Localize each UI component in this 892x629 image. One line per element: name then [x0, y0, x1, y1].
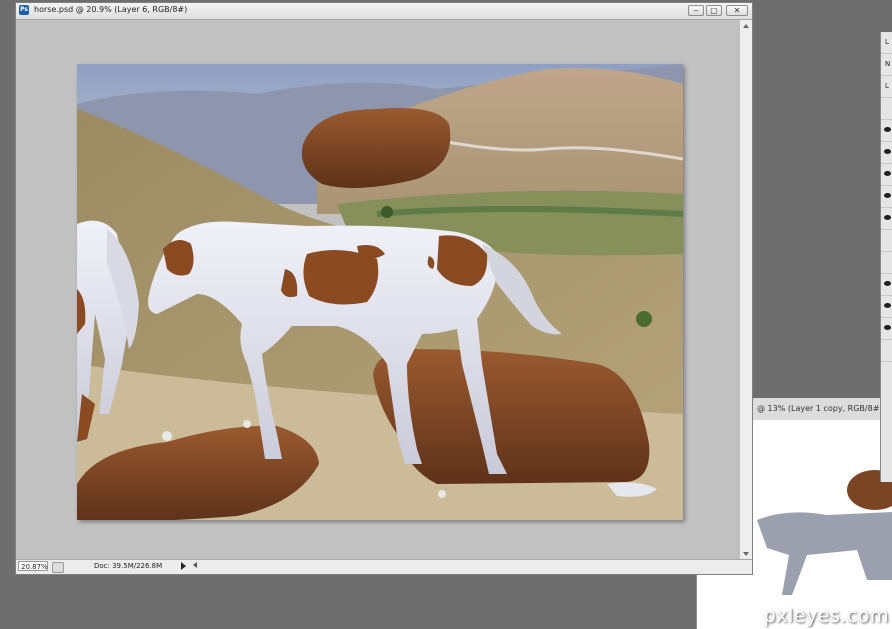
layer-row[interactable]	[881, 98, 892, 120]
minimize-button[interactable]: ‒	[688, 5, 704, 16]
restore-button[interactable]: ▢	[706, 5, 722, 16]
layer-row[interactable]	[881, 120, 892, 142]
eye-icon[interactable]	[884, 215, 891, 220]
close-button[interactable]: ✕	[726, 5, 748, 16]
document-size: Doc: 39.5M/226.8M	[94, 562, 163, 570]
layers-lock-row: L	[881, 76, 892, 98]
eye-icon[interactable]	[884, 325, 891, 330]
canvas-area[interactable]	[16, 20, 740, 560]
watermark: pxleyes.com	[763, 605, 889, 627]
stone	[438, 490, 446, 498]
layer-row[interactable]	[881, 208, 892, 230]
layers-panel[interactable]: L N L	[880, 32, 892, 482]
layer-row[interactable]	[881, 252, 892, 274]
document-image[interactable]	[77, 64, 683, 520]
window-titlebar[interactable]: Ps horse.psd @ 20.9% (Layer 6, RGB/8#) ‒…	[16, 3, 752, 20]
layer-row[interactable]	[881, 296, 892, 318]
layer-row[interactable]	[881, 274, 892, 296]
layer-row[interactable]	[881, 318, 892, 340]
layer-row[interactable]	[881, 230, 892, 252]
shrub	[381, 206, 393, 218]
layers-blend-mode[interactable]: N	[881, 54, 892, 76]
horse-composite-image	[77, 64, 683, 520]
status-options-icon[interactable]	[52, 562, 64, 573]
layer-row[interactable]	[881, 340, 892, 362]
scroll-left-icon[interactable]	[193, 562, 197, 568]
shrub	[636, 311, 652, 327]
status-bar: 20.87% Doc: 39.5M/226.8M	[16, 559, 752, 574]
vertical-scrollbar[interactable]	[739, 20, 752, 560]
stone	[162, 431, 172, 441]
gray-horse-shape	[757, 512, 892, 595]
eye-icon[interactable]	[884, 303, 891, 308]
layer-row[interactable]	[881, 142, 892, 164]
scroll-down-icon[interactable]	[743, 552, 749, 556]
eye-icon[interactable]	[884, 171, 891, 176]
eye-icon[interactable]	[884, 281, 891, 286]
stone	[243, 420, 251, 428]
status-menu-arrow-icon[interactable]	[181, 562, 186, 570]
layer-row[interactable]	[881, 186, 892, 208]
document-window[interactable]: Ps horse.psd @ 20.9% (Layer 6, RGB/8#) ‒…	[15, 2, 753, 575]
layer-row[interactable]	[881, 164, 892, 186]
eye-icon[interactable]	[884, 127, 891, 132]
eye-icon[interactable]	[884, 193, 891, 198]
photoshop-icon: Ps	[19, 5, 29, 15]
zoom-level-field[interactable]: 20.87%	[18, 561, 48, 571]
scroll-up-icon[interactable]	[743, 24, 749, 28]
window-title: horse.psd @ 20.9% (Layer 6, RGB/8#)	[34, 5, 188, 14]
eye-icon[interactable]	[884, 149, 891, 154]
layers-panel-header: L	[881, 32, 892, 54]
